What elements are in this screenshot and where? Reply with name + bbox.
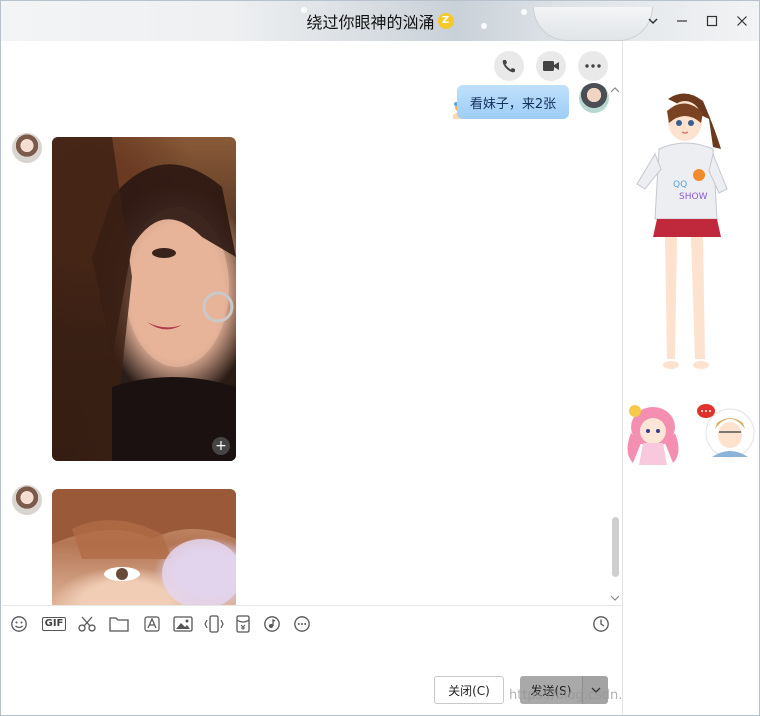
window-title: 绕过你眼神的汹涌 — [306, 13, 435, 32]
gif-icon: GIF — [41, 617, 67, 631]
gif-button[interactable]: GIF — [40, 613, 68, 635]
scissors-icon — [78, 616, 96, 632]
svg-text:SHOW: SHOW — [679, 192, 708, 202]
portrait-photo — [52, 137, 236, 461]
picture-button[interactable] — [172, 613, 194, 635]
message-history-button[interactable] — [590, 613, 612, 635]
screenshot-button[interactable] — [76, 613, 98, 635]
maximize-button[interactable] — [700, 9, 724, 33]
qq-show-avatar-girl[interactable]: QQ SHOW — [633, 89, 733, 379]
close-icon — [737, 16, 747, 26]
svg-text:QQ: QQ — [673, 180, 687, 190]
more-tools-button[interactable] — [291, 613, 313, 635]
title-bar[interactable]: 绕过你眼神的汹涌 Z — [1, 1, 759, 41]
video-call-button[interactable] — [536, 51, 566, 81]
red-packet-button[interactable] — [232, 613, 254, 635]
message-bubble-mine[interactable]: 看妹子，来2张 — [457, 85, 569, 119]
image-message[interactable] — [52, 489, 236, 605]
more-dots-icon — [585, 64, 601, 68]
qq-show-small-girl[interactable] — [623, 403, 683, 467]
avatar-friend[interactable] — [12, 133, 42, 163]
shake-button[interactable] — [203, 613, 225, 635]
chevron-down-icon — [648, 18, 658, 25]
voice-call-button[interactable] — [494, 51, 524, 81]
input-toolbar: GIF — [2, 605, 622, 641]
more-button[interactable] — [578, 51, 608, 81]
scrollbar-thumb[interactable] — [612, 517, 619, 577]
vip-badge-icon: Z — [437, 13, 454, 29]
close-window-button[interactable] — [730, 9, 754, 33]
folder-icon — [109, 617, 129, 632]
portrait-photo — [52, 489, 236, 605]
scroll-up-icon[interactable] — [610, 85, 620, 95]
close-button-label: 关闭(C) — [448, 683, 490, 698]
red-packet-icon — [236, 615, 250, 633]
more-icon — [294, 616, 310, 632]
phone-icon — [502, 60, 515, 73]
image-message[interactable]: + — [52, 137, 236, 461]
shake-icon — [204, 615, 224, 633]
music-icon — [264, 616, 280, 632]
close-button[interactable]: 关闭(C) — [434, 676, 504, 704]
emoji-icon — [11, 616, 27, 632]
message-input[interactable] — [2, 641, 622, 675]
zoom-in-icon[interactable]: + — [212, 437, 230, 455]
font-button[interactable] — [141, 613, 163, 635]
history-clock-icon — [593, 616, 609, 632]
music-button[interactable] — [261, 613, 283, 635]
qq-show-boy-avatar[interactable] — [697, 401, 757, 461]
emoji-button[interactable] — [8, 613, 30, 635]
file-button[interactable] — [108, 613, 130, 635]
video-camera-icon — [543, 61, 559, 71]
font-icon — [144, 616, 160, 632]
avatar-friend[interactable] — [12, 485, 42, 515]
message-list[interactable]: 看妹子，来2张 + — [2, 41, 622, 605]
scroll-down-icon[interactable] — [610, 593, 620, 603]
message-text: 看妹子，来2张 — [469, 96, 557, 112]
chat-window: 绕过你眼神的汹涌 Z 看妹子，来2张 + GIF 关闭(C) 发送(S) QQ … — [0, 0, 760, 716]
minimize-button[interactable] — [670, 9, 694, 33]
dropdown-button[interactable] — [641, 9, 665, 33]
avatar-me[interactable] — [579, 83, 609, 113]
qq-show-panel: QQ SHOW — [622, 41, 759, 715]
minimize-icon — [677, 20, 687, 22]
maximize-icon — [706, 15, 718, 27]
image-icon — [173, 616, 193, 632]
